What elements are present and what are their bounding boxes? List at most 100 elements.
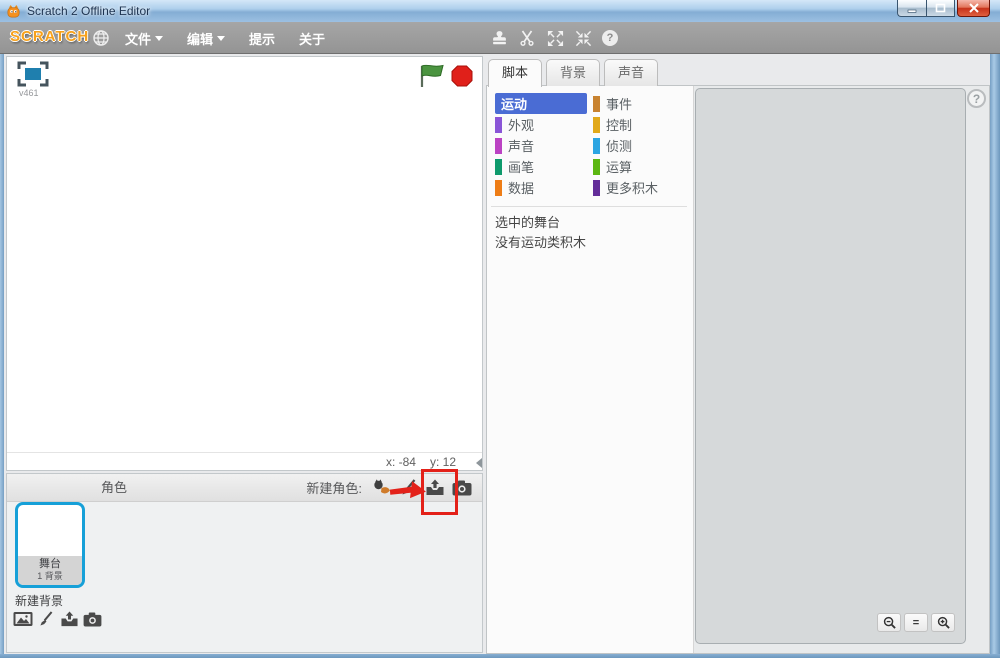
stage-thumbnail-title: 舞台 bbox=[18, 558, 82, 571]
category-sensing-label: 侦测 bbox=[606, 136, 632, 155]
zoom-controls: = bbox=[877, 613, 955, 632]
category-looks[interactable]: 外观 bbox=[495, 114, 593, 135]
block-palette: 运动 外观 声音 画笔 bbox=[487, 86, 694, 653]
tab-backdrops[interactable]: 背景 bbox=[546, 59, 600, 86]
category-operators[interactable]: 运算 bbox=[593, 156, 691, 177]
stage-thumbnail-caption: 舞台 1 背景 bbox=[18, 556, 82, 585]
window-border-right bbox=[990, 54, 1000, 658]
scripts-tab-body: 运动 外观 声音 画笔 bbox=[486, 85, 990, 654]
sprites-header-label: 角色 bbox=[101, 474, 127, 501]
grow-sprite-icon[interactable] bbox=[546, 29, 564, 47]
palette-status-target: 选中的舞台 bbox=[487, 213, 693, 233]
category-more-blocks[interactable]: 更多积木 bbox=[593, 177, 691, 198]
scratch-logo: SCRATCH bbox=[10, 28, 89, 45]
stage-panel: v461 x: -84 y: 12 bbox=[6, 56, 483, 471]
category-events-label: 事件 bbox=[606, 94, 632, 113]
mouse-x-readout: x: -84 bbox=[386, 455, 416, 469]
shrink-sprite-icon[interactable] bbox=[574, 29, 592, 47]
stage-thumbnail[interactable]: 舞台 1 背景 bbox=[15, 502, 85, 588]
category-pen[interactable]: 画笔 bbox=[495, 156, 593, 177]
camera-backdrop-icon[interactable] bbox=[82, 610, 102, 628]
category-control[interactable]: 控制 bbox=[593, 114, 691, 135]
paint-new-backdrop-icon[interactable] bbox=[36, 610, 56, 628]
cursor-tools: ? bbox=[490, 22, 618, 54]
category-more-blocks-label: 更多积木 bbox=[606, 178, 658, 197]
new-sprite-label: 新建角色: bbox=[306, 478, 362, 497]
category-color-swatch bbox=[495, 138, 502, 154]
collapse-stage-arrow-icon[interactable] bbox=[476, 458, 482, 468]
menu-file-label: 文件 bbox=[125, 29, 151, 48]
green-flag-button[interactable] bbox=[418, 63, 446, 89]
new-backdrop-label: 新建背景 bbox=[15, 592, 63, 609]
category-color-swatch bbox=[495, 159, 502, 175]
category-color-swatch bbox=[593, 159, 600, 175]
tab-sounds[interactable]: 声音 bbox=[604, 59, 658, 86]
mouse-coordinates-bar: x: -84 y: 12 bbox=[7, 452, 482, 470]
window-controls bbox=[897, 0, 990, 17]
category-sound[interactable]: 声音 bbox=[495, 135, 593, 156]
category-events[interactable]: 事件 bbox=[593, 93, 691, 114]
category-color-swatch bbox=[593, 138, 600, 154]
block-help-icon[interactable]: ? bbox=[602, 30, 618, 46]
category-sound-label: 声音 bbox=[508, 136, 534, 155]
menu-edit-label: 编辑 bbox=[187, 29, 213, 48]
category-column-right: 事件 控制 侦测 运算 bbox=[593, 93, 691, 198]
window-border-bottom bbox=[0, 654, 1000, 658]
editor-tabs: 脚本 背景 声音 bbox=[488, 59, 662, 87]
category-data[interactable]: 数据 bbox=[495, 177, 593, 198]
menu-items: 文件 编辑 提示 关于 bbox=[125, 22, 325, 54]
category-color-swatch bbox=[593, 96, 600, 112]
annotation-arrow-icon bbox=[389, 477, 429, 503]
help-button[interactable]: ? bbox=[967, 89, 986, 108]
category-control-label: 控制 bbox=[606, 115, 632, 134]
category-color-swatch bbox=[593, 180, 600, 196]
category-column-left: 运动 外观 声音 画笔 bbox=[495, 93, 593, 198]
category-color-swatch bbox=[495, 117, 502, 133]
backdrop-library-icon[interactable] bbox=[13, 610, 33, 628]
title-bar: Scratch 2 Offline Editor bbox=[0, 0, 1000, 22]
window-border-left bbox=[0, 54, 4, 658]
category-motion-label: 运动 bbox=[501, 94, 527, 113]
scratch-editor-window: Scratch 2 Offline Editor SCRATCH 文件 bbox=[0, 0, 1000, 658]
category-grid: 运动 外观 声音 画笔 bbox=[487, 86, 693, 198]
sprite-library-icon[interactable] bbox=[371, 479, 391, 497]
delete-scissors-icon[interactable] bbox=[518, 29, 536, 47]
duplicate-stamp-icon[interactable] bbox=[490, 29, 508, 47]
category-operators-label: 运算 bbox=[606, 157, 632, 176]
category-looks-label: 外观 bbox=[508, 115, 534, 134]
minimize-button[interactable] bbox=[897, 0, 926, 17]
close-button[interactable] bbox=[957, 0, 990, 17]
category-pen-label: 画笔 bbox=[508, 157, 534, 176]
menu-tips[interactable]: 提示 bbox=[249, 29, 275, 48]
presentation-mode-button[interactable] bbox=[17, 61, 49, 87]
upload-backdrop-icon[interactable] bbox=[59, 610, 79, 628]
zoom-out-button[interactable] bbox=[877, 613, 901, 632]
category-data-label: 数据 bbox=[508, 178, 534, 197]
menu-tips-label: 提示 bbox=[249, 29, 275, 48]
scripts-canvas[interactable]: = bbox=[695, 88, 966, 644]
stage-backdrop-count: 1 背景 bbox=[18, 571, 82, 582]
language-globe-icon[interactable] bbox=[92, 29, 110, 47]
menu-about-label: 关于 bbox=[299, 29, 325, 48]
zoom-reset-button[interactable]: = bbox=[904, 613, 928, 632]
palette-divider bbox=[491, 206, 687, 207]
tab-scripts[interactable]: 脚本 bbox=[488, 59, 542, 87]
category-color-swatch bbox=[495, 180, 502, 196]
help-strip: ? bbox=[967, 86, 989, 653]
palette-status-empty: 没有运动类积木 bbox=[487, 233, 693, 253]
category-sensing[interactable]: 侦测 bbox=[593, 135, 691, 156]
menu-edit[interactable]: 编辑 bbox=[187, 29, 225, 48]
maximize-button[interactable] bbox=[926, 0, 955, 17]
zoom-in-button[interactable] bbox=[931, 613, 955, 632]
menu-file[interactable]: 文件 bbox=[125, 29, 163, 48]
window-title: Scratch 2 Offline Editor bbox=[27, 4, 150, 18]
stop-button[interactable] bbox=[451, 65, 473, 87]
menu-about[interactable]: 关于 bbox=[299, 29, 325, 48]
category-motion[interactable]: 运动 bbox=[495, 93, 587, 114]
chevron-down-icon bbox=[155, 36, 163, 41]
new-backdrop-toolbar bbox=[13, 610, 102, 628]
category-color-swatch bbox=[593, 117, 600, 133]
menu-bar: SCRATCH 文件 编辑 提示 关于 bbox=[0, 22, 1000, 54]
chevron-down-icon bbox=[217, 36, 225, 41]
app-icon bbox=[6, 4, 21, 19]
